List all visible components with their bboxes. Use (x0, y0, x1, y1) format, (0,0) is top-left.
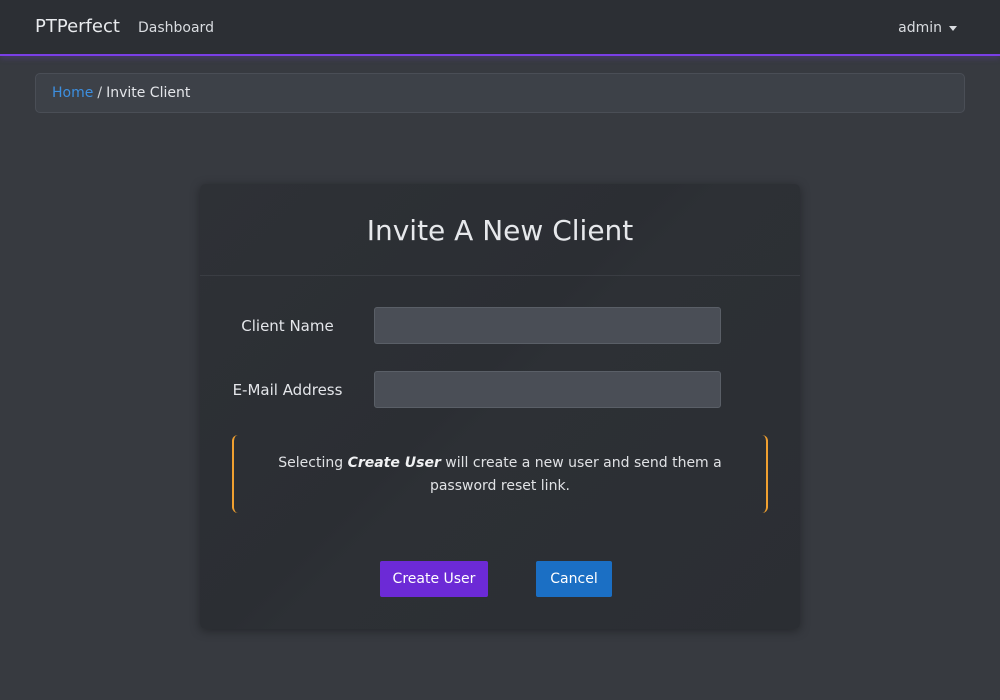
create-user-notice: Selecting Create User will create a new … (232, 435, 768, 513)
invite-client-card: Invite A New Client Client Name E-Mail A… (200, 184, 800, 629)
client-name-label: Client Name (241, 317, 334, 335)
email-label: E-Mail Address (232, 381, 343, 399)
brand-logo[interactable]: PTPerfect (35, 16, 120, 37)
top-navbar: PTPerfect Dashboard admin (0, 0, 1000, 56)
breadcrumb: Home / Invite Client (35, 73, 965, 113)
notice-emphasis: Create User (347, 455, 441, 471)
client-name-input[interactable] (374, 307, 721, 344)
email-row: E-Mail Address (200, 371, 800, 409)
notice-text-before: Selecting (278, 455, 348, 471)
create-user-button[interactable]: Create User (380, 561, 488, 597)
user-menu-dropdown[interactable]: admin (898, 20, 957, 36)
client-name-row: Client Name (200, 307, 800, 345)
cancel-button[interactable]: Cancel (536, 561, 612, 597)
card-title: Invite A New Client (366, 214, 634, 247)
email-input[interactable] (374, 371, 721, 408)
notice-text-after: will create a new user and send them a p… (429, 455, 722, 494)
nav-link-dashboard[interactable]: Dashboard (138, 20, 214, 36)
card-header: Invite A New Client (200, 184, 800, 276)
user-menu-label: admin (898, 20, 942, 36)
breadcrumb-current: Invite Client (106, 85, 191, 101)
breadcrumb-separator: / (97, 85, 103, 101)
caret-down-icon (949, 25, 957, 31)
breadcrumb-home-link[interactable]: Home (52, 85, 93, 101)
